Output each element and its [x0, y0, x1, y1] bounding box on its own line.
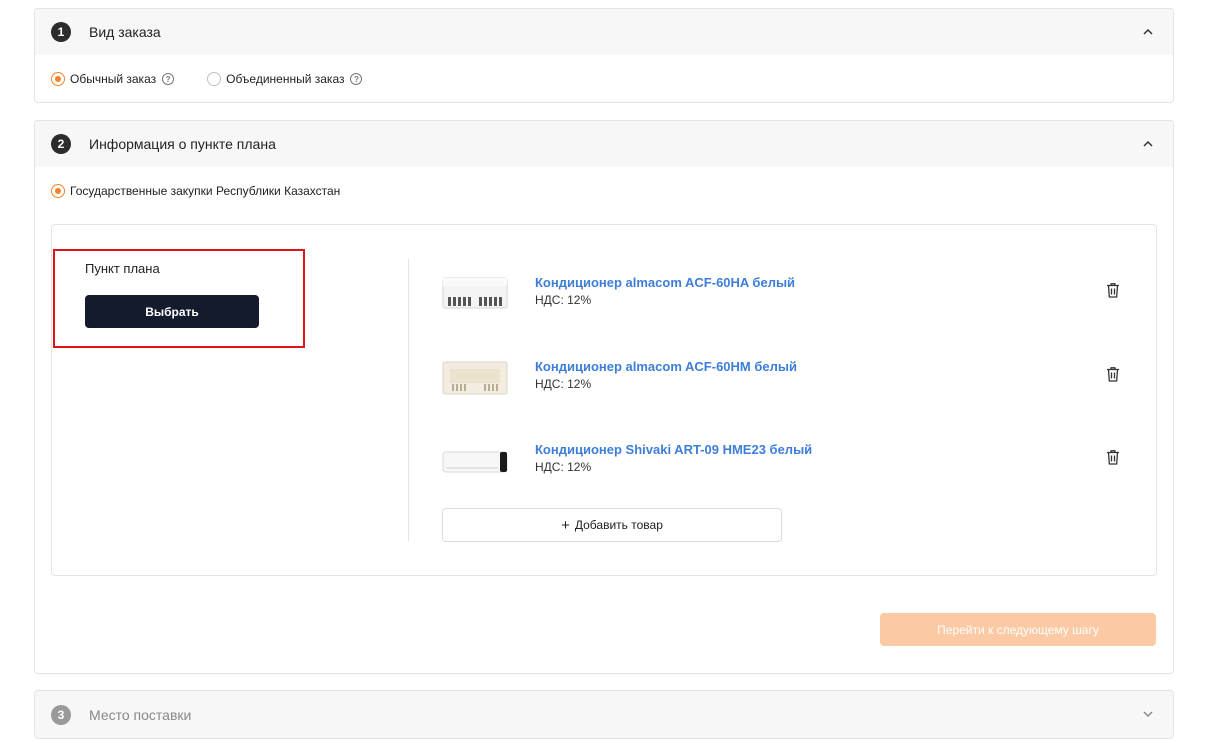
radio-regular-order[interactable]: Обычный заказ ?: [51, 72, 175, 86]
order-type-section: 1 Вид заказа Обычный заказ ? Объединенны…: [34, 8, 1174, 103]
chevron-up-icon[interactable]: [1141, 25, 1155, 39]
help-icon[interactable]: ?: [350, 73, 363, 85]
plus-icon: +: [561, 516, 570, 534]
delivery-title: Место поставки: [89, 706, 192, 723]
next-step-button[interactable]: Перейти к следующему шагу: [880, 613, 1156, 646]
product-vat: НДС: 12%: [535, 377, 592, 391]
help-icon[interactable]: ?: [162, 73, 175, 85]
radio-combined-order-control[interactable]: [207, 72, 222, 86]
chevron-up-icon[interactable]: [1141, 137, 1155, 151]
radio-regular-order-control[interactable]: [51, 72, 65, 86]
radio-goszakup[interactable]: Государственные закупки Республики Казах…: [51, 184, 340, 198]
plan-info-section: 2 Информация о пункте плана Государствен…: [34, 120, 1174, 674]
wall-ac-icon: [442, 451, 508, 473]
product-name-link[interactable]: Кондиционер almacom ACF-60HM белый: [535, 359, 797, 374]
step-number-1: 1: [51, 22, 71, 42]
step-number-2: 2: [51, 134, 71, 154]
chevron-down-icon[interactable]: [1141, 707, 1155, 721]
product-item: Кондиционер Shivaki ART-09 HME23 белый Н…: [442, 440, 1122, 484]
product-item: Кондиционер almacom ACF-60HM белый НДС: …: [442, 357, 1122, 401]
step-number-3: 3: [51, 704, 71, 725]
add-product-button[interactable]: + Добавить товар: [442, 508, 782, 542]
trash-icon[interactable]: [1104, 281, 1122, 299]
ceiling-ac-cream-icon: [442, 361, 508, 395]
delivery-header[interactable]: 3 Место поставки: [35, 691, 1173, 738]
plan-info-title: Информация о пункте плана: [89, 136, 276, 152]
product-name-link[interactable]: Кондиционер Shivaki ART-09 HME23 белый: [535, 442, 812, 457]
product-item: Кондиционер almacom ACF-60HA белый НДС: …: [442, 273, 1122, 317]
product-vat: НДС: 12%: [535, 293, 592, 307]
radio-combined-order[interactable]: Объединенный заказ ?: [207, 72, 363, 86]
plan-info-header[interactable]: 2 Информация о пункте плана: [35, 121, 1173, 167]
radio-goszakup-control[interactable]: [51, 184, 65, 198]
product-name-link[interactable]: Кондиционер almacom ACF-60HA белый: [535, 275, 795, 290]
radio-goszakup-label: Государственные закупки Республики Казах…: [70, 184, 341, 198]
order-type-header[interactable]: 1 Вид заказа: [35, 9, 1173, 55]
ceiling-ac-icon: [442, 277, 508, 309]
product-vat: НДС: 12%: [535, 460, 592, 474]
trash-icon[interactable]: [1104, 448, 1122, 466]
radio-regular-order-label: Обычный заказ: [70, 72, 157, 86]
divider: [408, 259, 409, 541]
order-type-title: Вид заказа: [89, 24, 161, 40]
delivery-section: 3 Место поставки: [34, 690, 1174, 739]
add-product-label: Добавить товар: [574, 518, 663, 532]
radio-combined-order-label: Объединенный заказ: [226, 72, 345, 86]
choose-plan-item-button[interactable]: Выбрать: [85, 295, 259, 328]
trash-icon[interactable]: [1104, 365, 1122, 383]
plan-item-card: Пункт плана Выбрать Кондиционер almacom …: [51, 224, 1157, 576]
plan-item-label: Пункт плана: [85, 261, 160, 276]
